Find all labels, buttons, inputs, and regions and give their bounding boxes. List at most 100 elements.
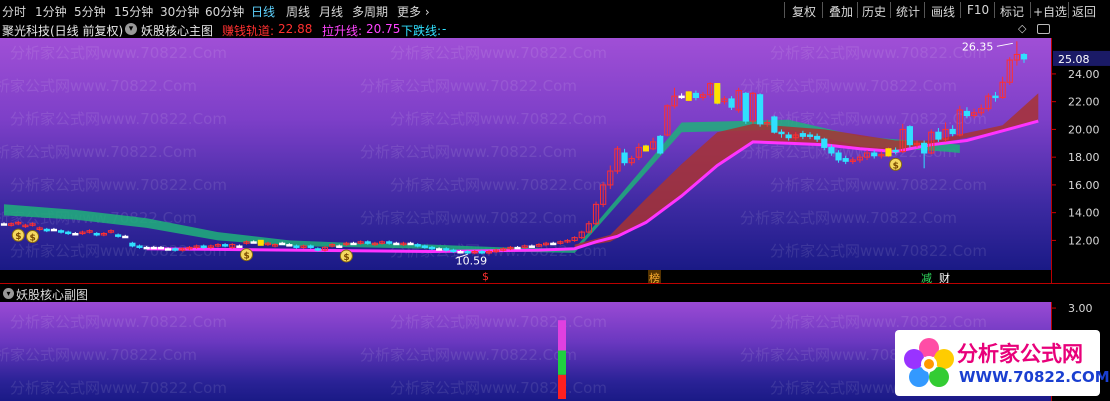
highlight-candle	[714, 83, 721, 104]
candle-body	[514, 246, 521, 250]
candle-body	[621, 152, 628, 164]
line1-label: 赚钱轨道:	[222, 24, 275, 38]
sub-dropdown-icon[interactable]: ▾	[3, 288, 14, 299]
candle-body	[222, 244, 229, 247]
candle-body	[428, 246, 436, 250]
history-button[interactable]: 历史	[862, 3, 886, 20]
highlight-candle	[257, 239, 264, 246]
candle-body	[457, 251, 464, 254]
candlestick-chart[interactable]: 分析家公式网www.70822.Com 分析家公式网www.70822.Com 分析…	[0, 38, 1051, 270]
add-watchlist-button[interactable]: +自选	[1033, 3, 1067, 20]
sub-chart-panel[interactable]: 分析家公式网www.70822.Com 分析家公式网www.70822.Com 分析…	[0, 302, 1051, 401]
period-tab-monthly[interactable]: 月线	[319, 3, 343, 20]
period-tab-weekly[interactable]: 周线	[286, 3, 310, 20]
main-indicator-name[interactable]: 妖股核心主图	[141, 22, 213, 39]
candle-body	[50, 228, 58, 232]
candle-body	[799, 133, 806, 137]
candle-body	[307, 245, 314, 248]
watermark-text: 分析家公式网www.70822.Com	[10, 379, 227, 397]
candle-body	[892, 149, 899, 153]
sub-indicator-chart[interactable]: 分析家公式网www.70822.Com 分析家公式网www.70822.Com 分析…	[0, 302, 1051, 401]
adjust-button[interactable]: 复权	[792, 3, 816, 20]
back-button[interactable]: 返回	[1072, 3, 1096, 20]
candle-body	[921, 142, 928, 154]
watermark-text: 分析家公式网www.70822.Com	[740, 209, 957, 227]
watermark-text: 分析家公式网www.70822.Com	[770, 44, 987, 62]
candle-body	[728, 98, 735, 108]
panel-toggle-icon[interactable]	[1037, 24, 1050, 34]
candle-body	[129, 242, 136, 247]
period-tab-1min[interactable]: 1分钟	[35, 3, 67, 20]
candle-body	[756, 94, 764, 125]
period-tab-60min[interactable]: 60分钟	[205, 3, 244, 20]
candle-body	[407, 242, 414, 246]
toolbar-divider	[1068, 2, 1069, 18]
watermark-text: 分析家公式网www.70822.Com	[360, 143, 577, 161]
watermark-text: 分析家公式网www.70822.Com	[360, 77, 577, 95]
period-tab-15min[interactable]: 15分钟	[114, 3, 153, 20]
candle-body	[414, 244, 421, 247]
candle-body	[157, 246, 165, 250]
price-tick-label: 22.00	[1068, 96, 1100, 109]
mark-button[interactable]: 标记	[1000, 3, 1024, 20]
signal-bar	[558, 320, 566, 351]
high-annotation: 26.35	[962, 40, 994, 53]
candle-body	[43, 228, 50, 232]
candle-body	[949, 128, 956, 135]
period-tab-30min[interactable]: 30分钟	[160, 3, 199, 20]
watermark-text: 分析家公式网www.70822.Com	[10, 242, 227, 260]
toolbar-divider	[924, 2, 925, 18]
f10-button[interactable]: F10	[967, 3, 989, 17]
low-annotation: 10.59	[456, 254, 488, 267]
stats-button[interactable]: 统计	[896, 3, 920, 20]
watermark-text: 分析家公式网www.70822.Com	[10, 176, 227, 194]
watermark-text: 分析家公式网www.70822.Com	[10, 313, 227, 331]
sub-indicator-name[interactable]: 妖股核心副图	[16, 286, 88, 303]
signal-bar	[558, 374, 566, 399]
watermark-text: 分析家公式网www.70822.Com	[740, 77, 957, 95]
candle-body	[172, 248, 179, 251]
period-tab-5min[interactable]: 5分钟	[74, 3, 106, 20]
line1-value: 22.88	[278, 22, 313, 36]
site-logo: 分析家公式网 WWW.70822.COM	[895, 330, 1110, 396]
candle-body	[421, 245, 428, 248]
main-chart-panel[interactable]: 分析家公式网www.70822.Com 分析家公式网www.70822.Com 分析…	[0, 38, 1051, 270]
period-tab-multi[interactable]: 多周期	[352, 3, 388, 20]
money-bag-symbol: $	[30, 234, 36, 244]
watermark-text: 分析家公式网www.70822.Com	[390, 313, 607, 331]
candle-body	[657, 135, 664, 154]
candle-body	[450, 249, 457, 253]
candle-body	[771, 116, 778, 133]
candle-body	[678, 95, 685, 99]
candle-body	[364, 241, 371, 244]
price-axis: 12.00 14.00 16.00 18.00 20.00 22.00 24.00 25.08	[1051, 38, 1110, 270]
high-annotation-arrow	[996, 42, 1013, 47]
logo-title: 分析家公式网	[957, 342, 1083, 366]
candle-body	[443, 248, 450, 251]
candle-body	[906, 126, 913, 146]
money-bag-symbol: $	[893, 161, 899, 171]
period-tab-daily[interactable]: 日线	[251, 3, 275, 20]
candle-body	[336, 245, 343, 248]
candle-body	[528, 245, 535, 248]
strip-axis	[1051, 270, 1110, 283]
candle-body	[871, 152, 878, 157]
watermark-text: 分析家公式网www.70822.Com	[390, 176, 607, 194]
candle-body	[550, 242, 557, 246]
watermark-text: 分析家公式网www.70822.Com	[390, 379, 607, 397]
overlay-button[interactable]: 叠加	[829, 3, 853, 20]
highlight-candle	[885, 148, 892, 157]
price-tick-label: 16.00	[1068, 179, 1100, 192]
period-tab-more[interactable]: 更多 ›	[397, 3, 430, 20]
draw-button[interactable]: 画线	[931, 3, 955, 20]
period-tab-timeshare[interactable]: 分时	[2, 3, 26, 20]
watermark-text: 分析家公式网www.70822.Com	[390, 110, 607, 128]
candle-body	[122, 235, 129, 239]
watermark-text: 分析家公式网www.70822.Com	[10, 110, 227, 128]
diamond-icon[interactable]: ◇	[1018, 22, 1026, 35]
candle-body	[821, 138, 828, 148]
watermark-text: 分析家公式网www.70822.Com	[770, 242, 987, 260]
candle-body	[236, 245, 243, 248]
price-tick-label: 12.00	[1068, 234, 1100, 247]
indicator-dropdown-icon[interactable]: ▾	[125, 23, 137, 35]
